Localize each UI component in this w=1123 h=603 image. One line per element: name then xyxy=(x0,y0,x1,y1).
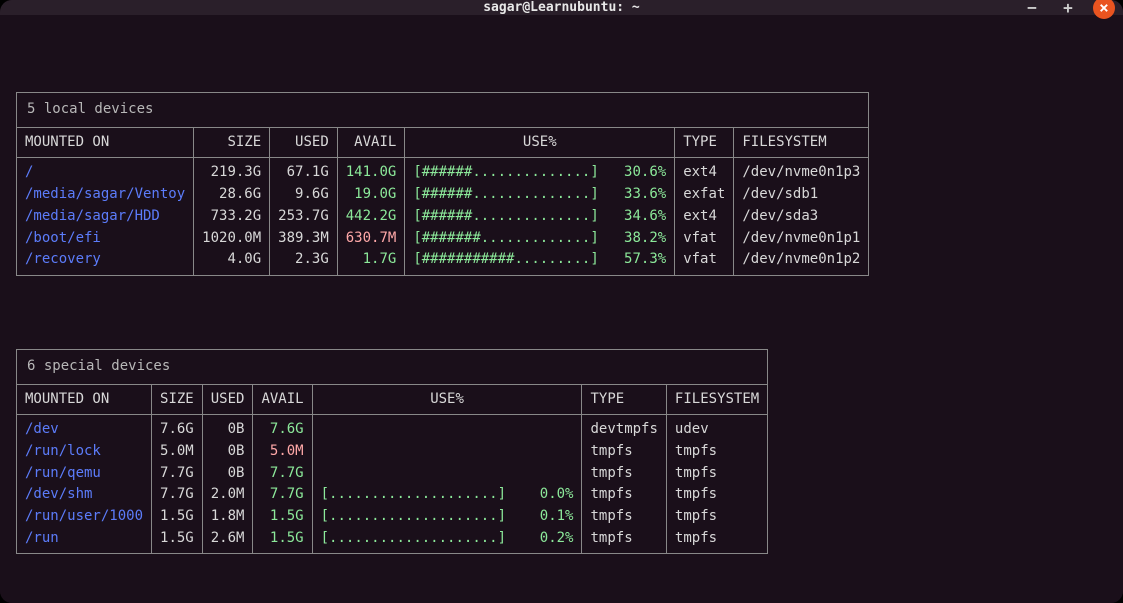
col-avail: AVAIL xyxy=(337,127,405,158)
col-type: TYPE xyxy=(582,384,666,415)
maximize-button[interactable] xyxy=(1057,0,1079,19)
col-used: USED xyxy=(202,384,253,415)
table-header-row: MOUNTED ON SIZE USED AVAIL USE% TYPE FIL… xyxy=(17,384,768,415)
titlebar: sagar@Learnubuntu: ~ xyxy=(0,0,1123,15)
terminal-window: sagar@Learnubuntu: ~ 5 local devices MOU… xyxy=(0,0,1123,603)
table-body: /dev /run/lock /run/qemu /dev/shm /run/u… xyxy=(17,415,768,554)
col-size: SIZE xyxy=(194,127,270,158)
minimize-button[interactable] xyxy=(1021,0,1043,19)
local-devices-table: 5 local devices MOUNTED ON SIZE USED AVA… xyxy=(16,92,869,276)
col-filesystem: FILESYSTEM xyxy=(666,384,767,415)
col-type: TYPE xyxy=(675,127,734,158)
col-size: SIZE xyxy=(152,384,203,415)
terminal-viewport[interactable]: 5 local devices MOUNTED ON SIZE USED AVA… xyxy=(0,15,1123,603)
special-devices-title: 6 special devices xyxy=(17,349,768,384)
col-used: USED xyxy=(270,127,338,158)
col-avail: AVAIL xyxy=(253,384,312,415)
close-button[interactable] xyxy=(1093,0,1115,19)
window-controls xyxy=(1021,0,1115,19)
table-header-row: MOUNTED ON SIZE USED AVAIL USE% TYPE FIL… xyxy=(17,127,869,158)
table-body: / /media/sagar/Ventoy /media/sagar/HDD /… xyxy=(17,158,869,275)
col-usepct: USE% xyxy=(312,384,582,415)
col-mounted: MOUNTED ON xyxy=(17,384,152,415)
special-devices-table: 6 special devices MOUNTED ON SIZE USED A… xyxy=(16,349,768,555)
window-title: sagar@Learnubuntu: ~ xyxy=(483,0,640,15)
col-mounted: MOUNTED ON xyxy=(17,127,194,158)
local-devices-title: 5 local devices xyxy=(17,93,869,128)
col-filesystem: FILESYSTEM xyxy=(734,127,869,158)
col-usepct: USE% xyxy=(405,127,675,158)
